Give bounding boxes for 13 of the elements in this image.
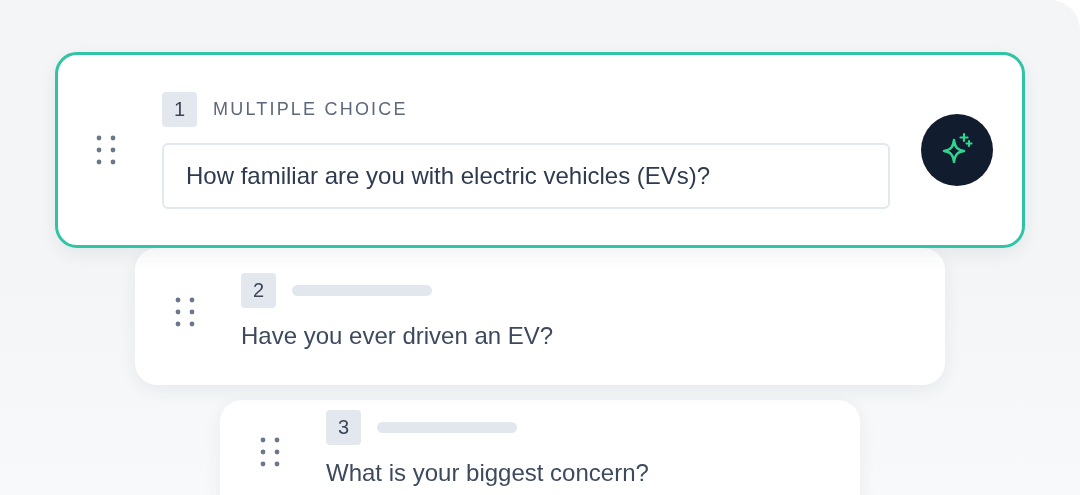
question-card[interactable]: 2 Have you ever driven an EV?: [135, 248, 945, 385]
question-type: MULTIPLE CHOICE: [213, 98, 408, 120]
drag-handle-icon[interactable]: [96, 134, 116, 166]
question-number: 1: [162, 91, 197, 127]
question-number: 2: [241, 273, 276, 308]
question-text: Have you ever driven an EV?: [241, 322, 555, 350]
question-card[interactable]: 1 MULTIPLE CHOICE How familiar are you with electric vehicles (EVs)?: [55, 52, 1025, 248]
drag-handle-icon[interactable]: [175, 295, 195, 328]
question-field[interactable]: How familiar are you with electric vehicles (EVs)?: [162, 142, 890, 209]
question-card[interactable]: 3 What is your biggest concern?: [220, 400, 860, 495]
drag-handle-icon[interactable]: [260, 436, 280, 468]
question-number: 3: [326, 410, 361, 445]
question-text: What is your biggest concern?: [326, 459, 650, 487]
